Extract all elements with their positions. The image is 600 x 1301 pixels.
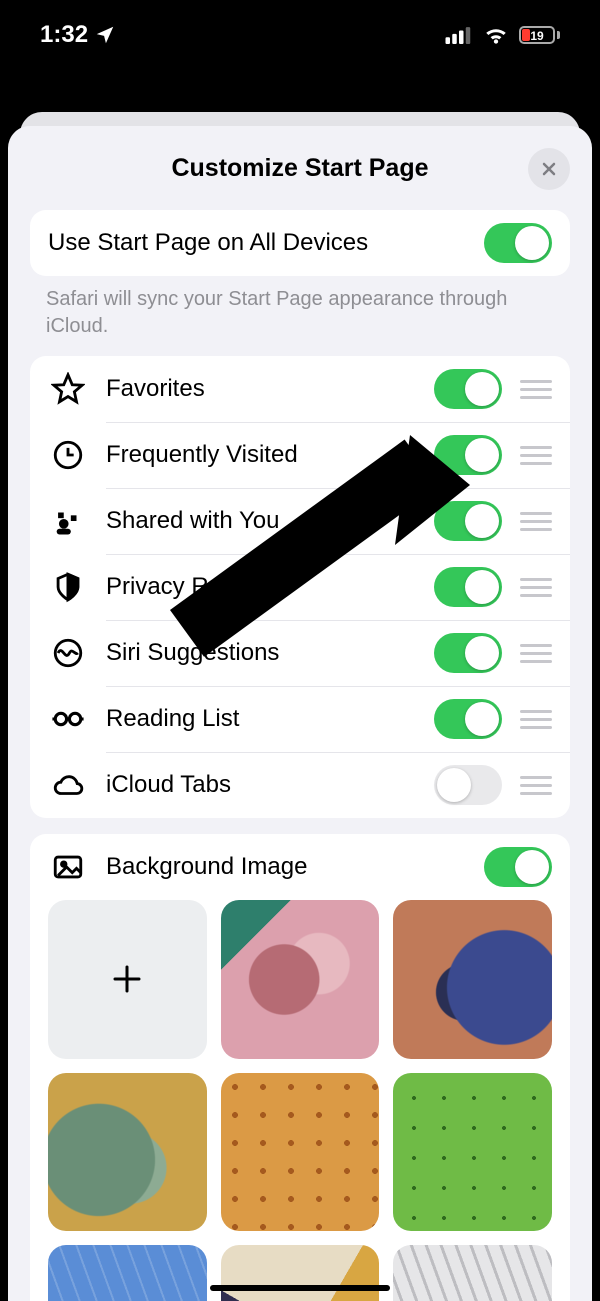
section-toggle-clock[interactable] bbox=[434, 435, 502, 475]
status-left: 1:32 bbox=[40, 21, 116, 49]
wifi-icon bbox=[483, 22, 509, 48]
shield-icon bbox=[48, 570, 88, 604]
drag-handle-icon[interactable] bbox=[520, 446, 552, 465]
sheet-header: Customize Start Page bbox=[8, 142, 592, 194]
background-tile[interactable] bbox=[48, 1073, 207, 1232]
section-row-people: Shared with You bbox=[30, 488, 570, 554]
section-toggle-cloud[interactable] bbox=[434, 765, 502, 805]
section-row-glasses: Reading List bbox=[30, 686, 570, 752]
section-label: Reading List bbox=[106, 705, 434, 733]
battery-percent: 19 bbox=[521, 29, 553, 43]
close-button[interactable] bbox=[528, 148, 570, 190]
plus-icon bbox=[109, 961, 145, 997]
section-label: Siri Suggestions bbox=[106, 639, 434, 667]
background-tile[interactable] bbox=[393, 1073, 552, 1232]
section-label: Frequently Visited bbox=[106, 441, 434, 469]
glasses-icon bbox=[48, 702, 88, 736]
section-row-siri: Siri Suggestions bbox=[30, 620, 570, 686]
section-row-shield: Privacy Report bbox=[30, 554, 570, 620]
background-toggle[interactable] bbox=[484, 847, 552, 887]
section-label: Favorites bbox=[106, 375, 434, 403]
sync-toggle[interactable] bbox=[484, 223, 552, 263]
background-grid bbox=[30, 900, 570, 1301]
siri-icon bbox=[48, 636, 88, 670]
photo-icon bbox=[48, 850, 88, 884]
section-label: Shared with You bbox=[106, 507, 434, 535]
home-indicator[interactable] bbox=[210, 1285, 390, 1291]
drag-handle-icon[interactable] bbox=[520, 380, 552, 399]
add-background-tile[interactable] bbox=[48, 900, 207, 1059]
background-tile[interactable] bbox=[221, 1245, 380, 1301]
location-icon bbox=[94, 24, 116, 46]
background-tile[interactable] bbox=[393, 1245, 552, 1301]
section-toggle-shield[interactable] bbox=[434, 567, 502, 607]
background-card: Background Image bbox=[30, 834, 570, 1301]
cloud-icon bbox=[48, 768, 88, 802]
section-row-cloud: iCloud Tabs bbox=[30, 752, 570, 818]
background-tile[interactable] bbox=[393, 900, 552, 1059]
status-bar: 1:32 19 bbox=[0, 0, 600, 70]
section-toggle-people[interactable] bbox=[434, 501, 502, 541]
drag-handle-icon[interactable] bbox=[520, 710, 552, 729]
settings-sheet: Customize Start Page Use Start Page on A… bbox=[8, 126, 592, 1301]
background-tile[interactable] bbox=[221, 1073, 380, 1232]
star-icon bbox=[48, 372, 88, 406]
section-label: Privacy Report bbox=[106, 573, 434, 601]
section-row-clock: Frequently Visited bbox=[30, 422, 570, 488]
sections-card: Favorites Frequently Visited Shared with Y… bbox=[30, 356, 570, 818]
clock-icon bbox=[48, 438, 88, 472]
sync-card: Use Start Page on All Devices bbox=[30, 210, 570, 276]
background-row: Background Image bbox=[30, 834, 570, 900]
people-icon bbox=[48, 504, 88, 538]
section-toggle-star[interactable] bbox=[434, 369, 502, 409]
drag-handle-icon[interactable] bbox=[520, 512, 552, 531]
battery-indicator: 19 bbox=[519, 26, 560, 44]
cellular-icon bbox=[445, 26, 473, 44]
sheet-title: Customize Start Page bbox=[171, 154, 428, 183]
close-icon bbox=[539, 159, 559, 179]
sync-row: Use Start Page on All Devices bbox=[30, 210, 570, 276]
status-time: 1:32 bbox=[40, 21, 88, 49]
section-label: iCloud Tabs bbox=[106, 771, 434, 799]
device-frame: 1:32 19 Customize Start Page bbox=[0, 0, 600, 1301]
background-tile[interactable] bbox=[221, 900, 380, 1059]
background-tile[interactable] bbox=[48, 1245, 207, 1301]
section-toggle-glasses[interactable] bbox=[434, 699, 502, 739]
status-right: 19 bbox=[445, 22, 560, 48]
background-label: Background Image bbox=[106, 853, 484, 881]
section-row-star: Favorites bbox=[30, 356, 570, 422]
drag-handle-icon[interactable] bbox=[520, 644, 552, 663]
drag-handle-icon[interactable] bbox=[520, 578, 552, 597]
drag-handle-icon[interactable] bbox=[520, 776, 552, 795]
sync-helper-text: Safari will sync your Start Page appeara… bbox=[8, 276, 592, 340]
section-toggle-siri[interactable] bbox=[434, 633, 502, 673]
sync-label: Use Start Page on All Devices bbox=[48, 229, 484, 257]
